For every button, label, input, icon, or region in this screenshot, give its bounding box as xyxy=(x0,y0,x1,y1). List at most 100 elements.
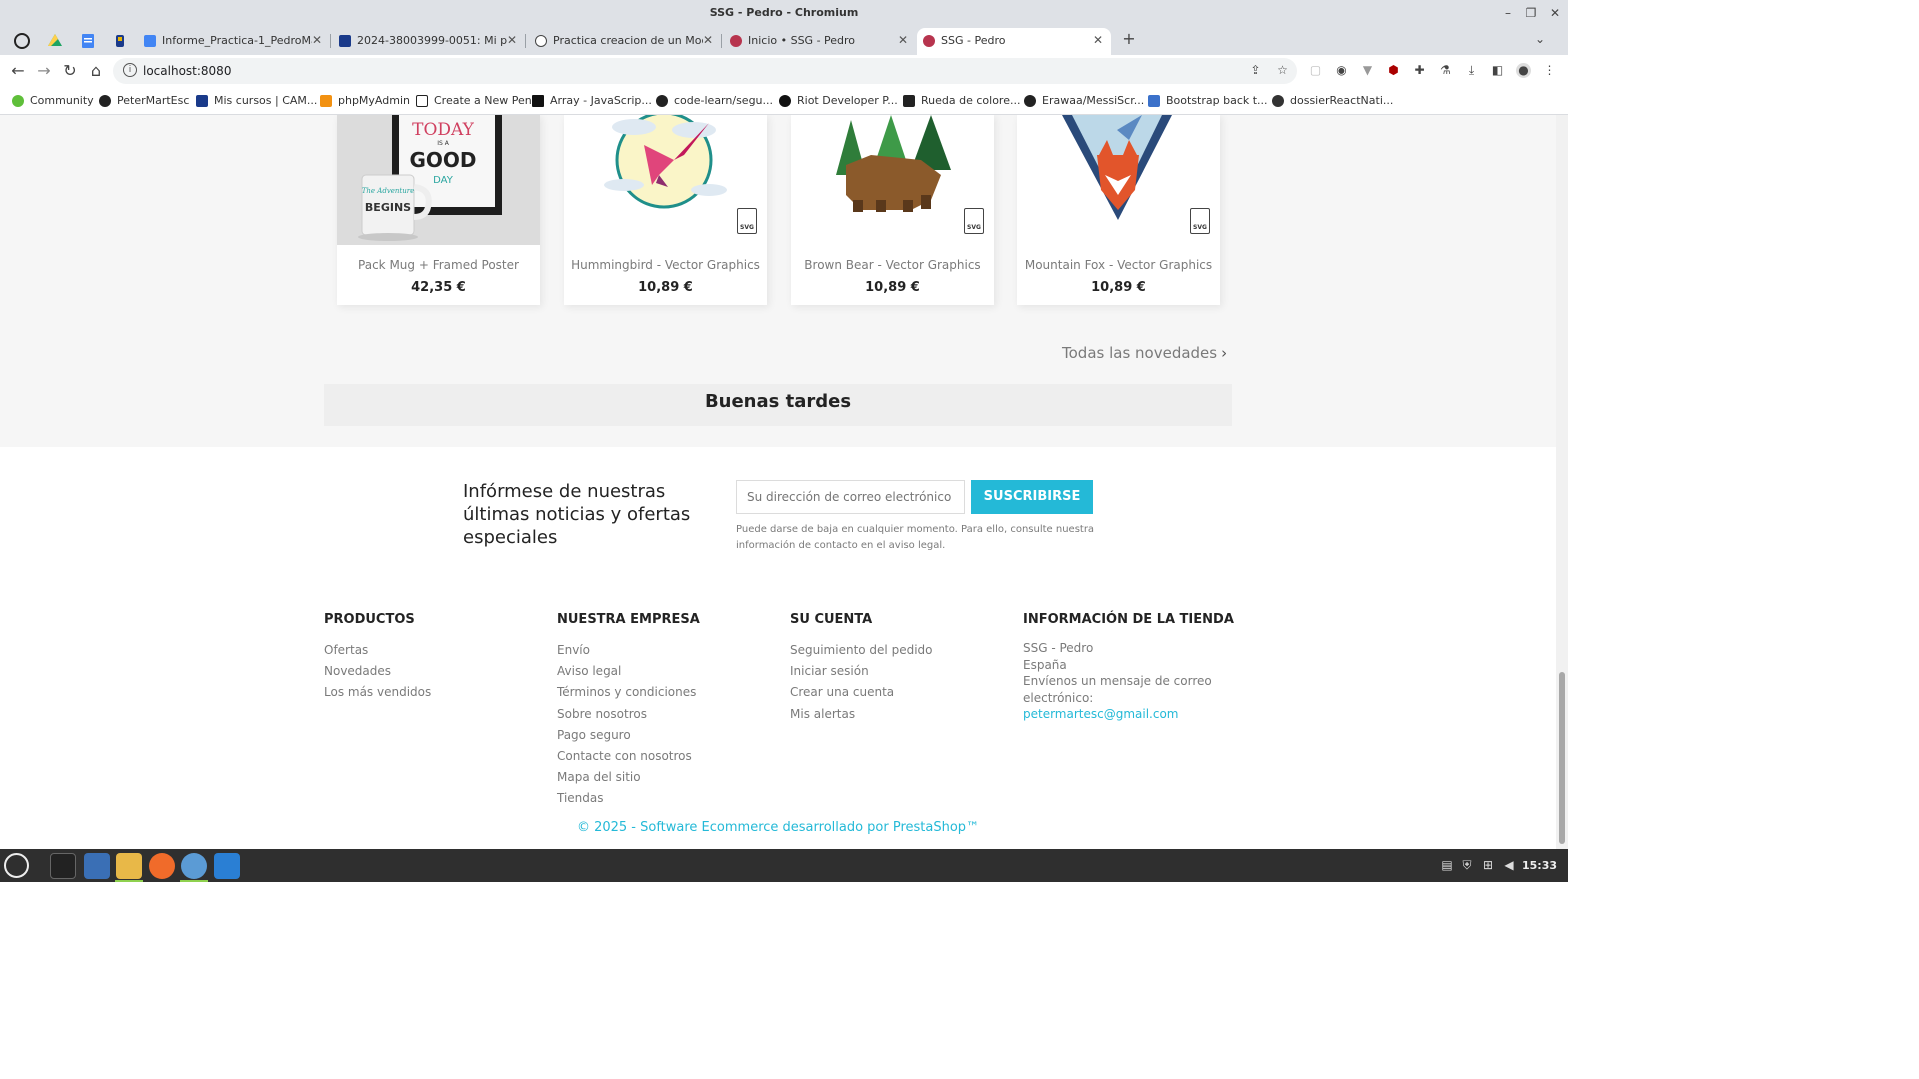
extension-icon[interactable]: ▢ xyxy=(1308,63,1323,78)
mint-menu-icon[interactable] xyxy=(4,853,29,878)
profile-icon[interactable]: ● xyxy=(1516,63,1531,78)
bookmark-item[interactable]: PeterMartEsc xyxy=(99,93,189,109)
docs-pinned-tab[interactable] xyxy=(78,31,98,51)
bookmark-item[interactable]: dossierReactNati... xyxy=(1272,93,1393,109)
download-icon[interactable]: ⤓ xyxy=(1464,63,1479,78)
copyright-link[interactable]: © 2025 - Software Ecommerce desarrollado… xyxy=(0,820,1556,835)
footer-link[interactable]: Ofertas xyxy=(324,640,431,661)
bookmark-label: Erawaa/MessiScr... xyxy=(1042,94,1145,107)
network-icon[interactable]: ⊞ xyxy=(1481,857,1495,873)
svg-file-icon: SVG xyxy=(737,208,757,234)
terminal-icon[interactable] xyxy=(50,853,76,879)
close-icon[interactable]: ✕ xyxy=(703,28,713,53)
bookmark-label: Riot Developer P... xyxy=(797,94,898,107)
riot-icon xyxy=(779,95,791,107)
screenshot-icon[interactable] xyxy=(84,853,110,879)
product-card[interactable]: SVG Mountain Fox - Vector Graphics 10,89… xyxy=(1017,115,1220,305)
clipboard-icon[interactable]: ▤ xyxy=(1440,857,1454,873)
mdn-icon xyxy=(532,95,544,107)
scrollbar-thumb[interactable] xyxy=(1559,672,1565,844)
shield-icon[interactable]: ⛨ xyxy=(1460,857,1474,873)
footer-link[interactable]: Mis alertas xyxy=(790,704,933,725)
tab-search-icon[interactable]: ⌄ xyxy=(1530,29,1550,49)
product-name[interactable]: Brown Bear - Vector Graphics xyxy=(791,258,994,272)
product-name[interactable]: Mountain Fox - Vector Graphics xyxy=(1017,258,1220,272)
bookmark-item[interactable]: Rueda de colore... xyxy=(903,93,1020,109)
tab-ssg-active[interactable]: SSG - Pedro ✕ xyxy=(917,28,1111,55)
all-new-products-link[interactable]: Todas las novedades › xyxy=(1062,344,1227,362)
footer-link[interactable]: Pago seguro xyxy=(557,725,700,746)
tab-inicio[interactable]: Inicio • SSG - Pedro ✕ xyxy=(724,28,916,55)
restore-icon[interactable]: ❐ xyxy=(1519,0,1543,26)
svg-text:The Adventure: The Adventure xyxy=(362,187,415,195)
menu-kebab-icon[interactable]: ⋮ xyxy=(1542,63,1557,78)
volume-icon[interactable]: ◀ xyxy=(1502,857,1516,873)
footer-link[interactable]: Mapa del sitio xyxy=(557,767,700,788)
bookmark-item[interactable]: Riot Developer P... xyxy=(779,93,898,109)
store-email-link[interactable]: petermartesc@gmail.com xyxy=(1023,706,1234,723)
bookmark-star-icon[interactable]: ☆ xyxy=(1275,63,1290,78)
footer-link[interactable]: Sobre nosotros xyxy=(557,704,700,725)
close-icon[interactable]: ✕ xyxy=(312,28,322,53)
footer-link[interactable]: Términos y condiciones xyxy=(557,682,700,703)
tab-label: Informe_Practica-1_PedroMa xyxy=(162,34,312,47)
footer-link[interactable]: Los más vendidos xyxy=(324,682,431,703)
bookmark-item[interactable]: phpMyAdmin xyxy=(320,93,410,109)
share-icon[interactable]: ⇪ xyxy=(1248,63,1263,78)
svg-text:IS A: IS A xyxy=(437,140,449,147)
home-icon[interactable]: ⌂ xyxy=(86,61,106,81)
extension-icon[interactable]: ◉ xyxy=(1334,63,1349,78)
footer-link[interactable]: Envío xyxy=(557,640,700,661)
footer-link[interactable]: Crear una cuenta xyxy=(790,682,933,703)
product-card[interactable]: SVG Hummingbird - Vector Graphics 10,89 … xyxy=(564,115,767,305)
close-icon[interactable]: ✕ xyxy=(898,28,908,53)
product-card[interactable]: SVG Brown Bear - Vector Graphics 10,89 € xyxy=(791,115,994,305)
bookmark-item[interactable]: Bootstrap back t... xyxy=(1148,93,1268,109)
clock[interactable]: 15:33 xyxy=(1522,849,1557,882)
forward-icon[interactable]: → xyxy=(34,61,54,81)
product-card[interactable]: TODAY IS A GOOD DAY The Adventure BEGINS… xyxy=(337,115,540,305)
bookmark-item[interactable]: code-learn/segu... xyxy=(656,93,773,109)
bookmark-item[interactable]: Community xyxy=(12,93,94,109)
github-pinned-tab[interactable] xyxy=(12,31,32,51)
svg-file-icon: SVG xyxy=(1190,208,1210,234)
cam-pinned-tab[interactable] xyxy=(110,31,130,51)
close-window-icon[interactable]: ✕ xyxy=(1543,0,1567,26)
tab-practica[interactable]: Practica creacion de un Modu ✕ xyxy=(529,28,721,55)
bookmark-item[interactable]: Array - JavaScrip... xyxy=(532,93,652,109)
footer-link[interactable]: Iniciar sesión xyxy=(790,661,933,682)
reload-icon[interactable]: ↻ xyxy=(60,61,80,81)
footer-link[interactable]: Tiendas xyxy=(557,788,700,809)
bookmark-item[interactable]: Create a New Pen xyxy=(416,93,532,109)
back-icon[interactable]: ← xyxy=(8,61,28,81)
tab-informe[interactable]: Informe_Practica-1_PedroMa ✕ xyxy=(138,28,330,55)
ublock-icon[interactable]: ⬢ xyxy=(1386,63,1401,78)
close-icon[interactable]: ✕ xyxy=(507,28,517,53)
lab-flask-icon[interactable]: ⚗ xyxy=(1438,63,1453,78)
new-tab-icon[interactable]: + xyxy=(1119,29,1139,49)
bookmark-item[interactable]: Mis cursos | CAM... xyxy=(196,93,317,109)
address-bar[interactable]: i localhost:8080 ⇪ ☆ xyxy=(113,58,1297,84)
drive-pinned-tab[interactable] xyxy=(45,31,65,51)
globe-icon xyxy=(1272,95,1284,107)
newsletter-email-input[interactable] xyxy=(736,480,965,514)
footer-link[interactable]: Seguimiento del pedido xyxy=(790,640,933,661)
files-icon[interactable] xyxy=(116,853,142,879)
site-info-icon[interactable]: i xyxy=(123,63,137,77)
vscode-icon[interactable] xyxy=(214,853,240,879)
close-icon[interactable]: ✕ xyxy=(1093,28,1103,53)
product-name[interactable]: Hummingbird - Vector Graphics xyxy=(564,258,767,272)
footer-link[interactable]: Aviso legal xyxy=(557,661,700,682)
bookmark-item[interactable]: Erawaa/MessiScr... xyxy=(1024,93,1144,109)
product-name[interactable]: Pack Mug + Framed Poster xyxy=(337,258,540,272)
side-panel-icon[interactable]: ◧ xyxy=(1490,63,1505,78)
footer-link[interactable]: Contacte con nosotros xyxy=(557,746,700,767)
footer-link[interactable]: Novedades xyxy=(324,661,431,682)
chromium-icon[interactable] xyxy=(181,853,207,879)
minimize-icon[interactable]: – xyxy=(1496,0,1520,26)
tab-matricula[interactable]: 2024-38003999-0051: Mi prim ✕ xyxy=(333,28,525,55)
firefox-icon[interactable] xyxy=(149,853,175,879)
extension-icon[interactable]: ▼ xyxy=(1360,63,1375,78)
subscribe-button[interactable]: SUSCRIBIRSE xyxy=(971,480,1093,514)
extensions-puzzle-icon[interactable]: ✚ xyxy=(1412,63,1427,78)
